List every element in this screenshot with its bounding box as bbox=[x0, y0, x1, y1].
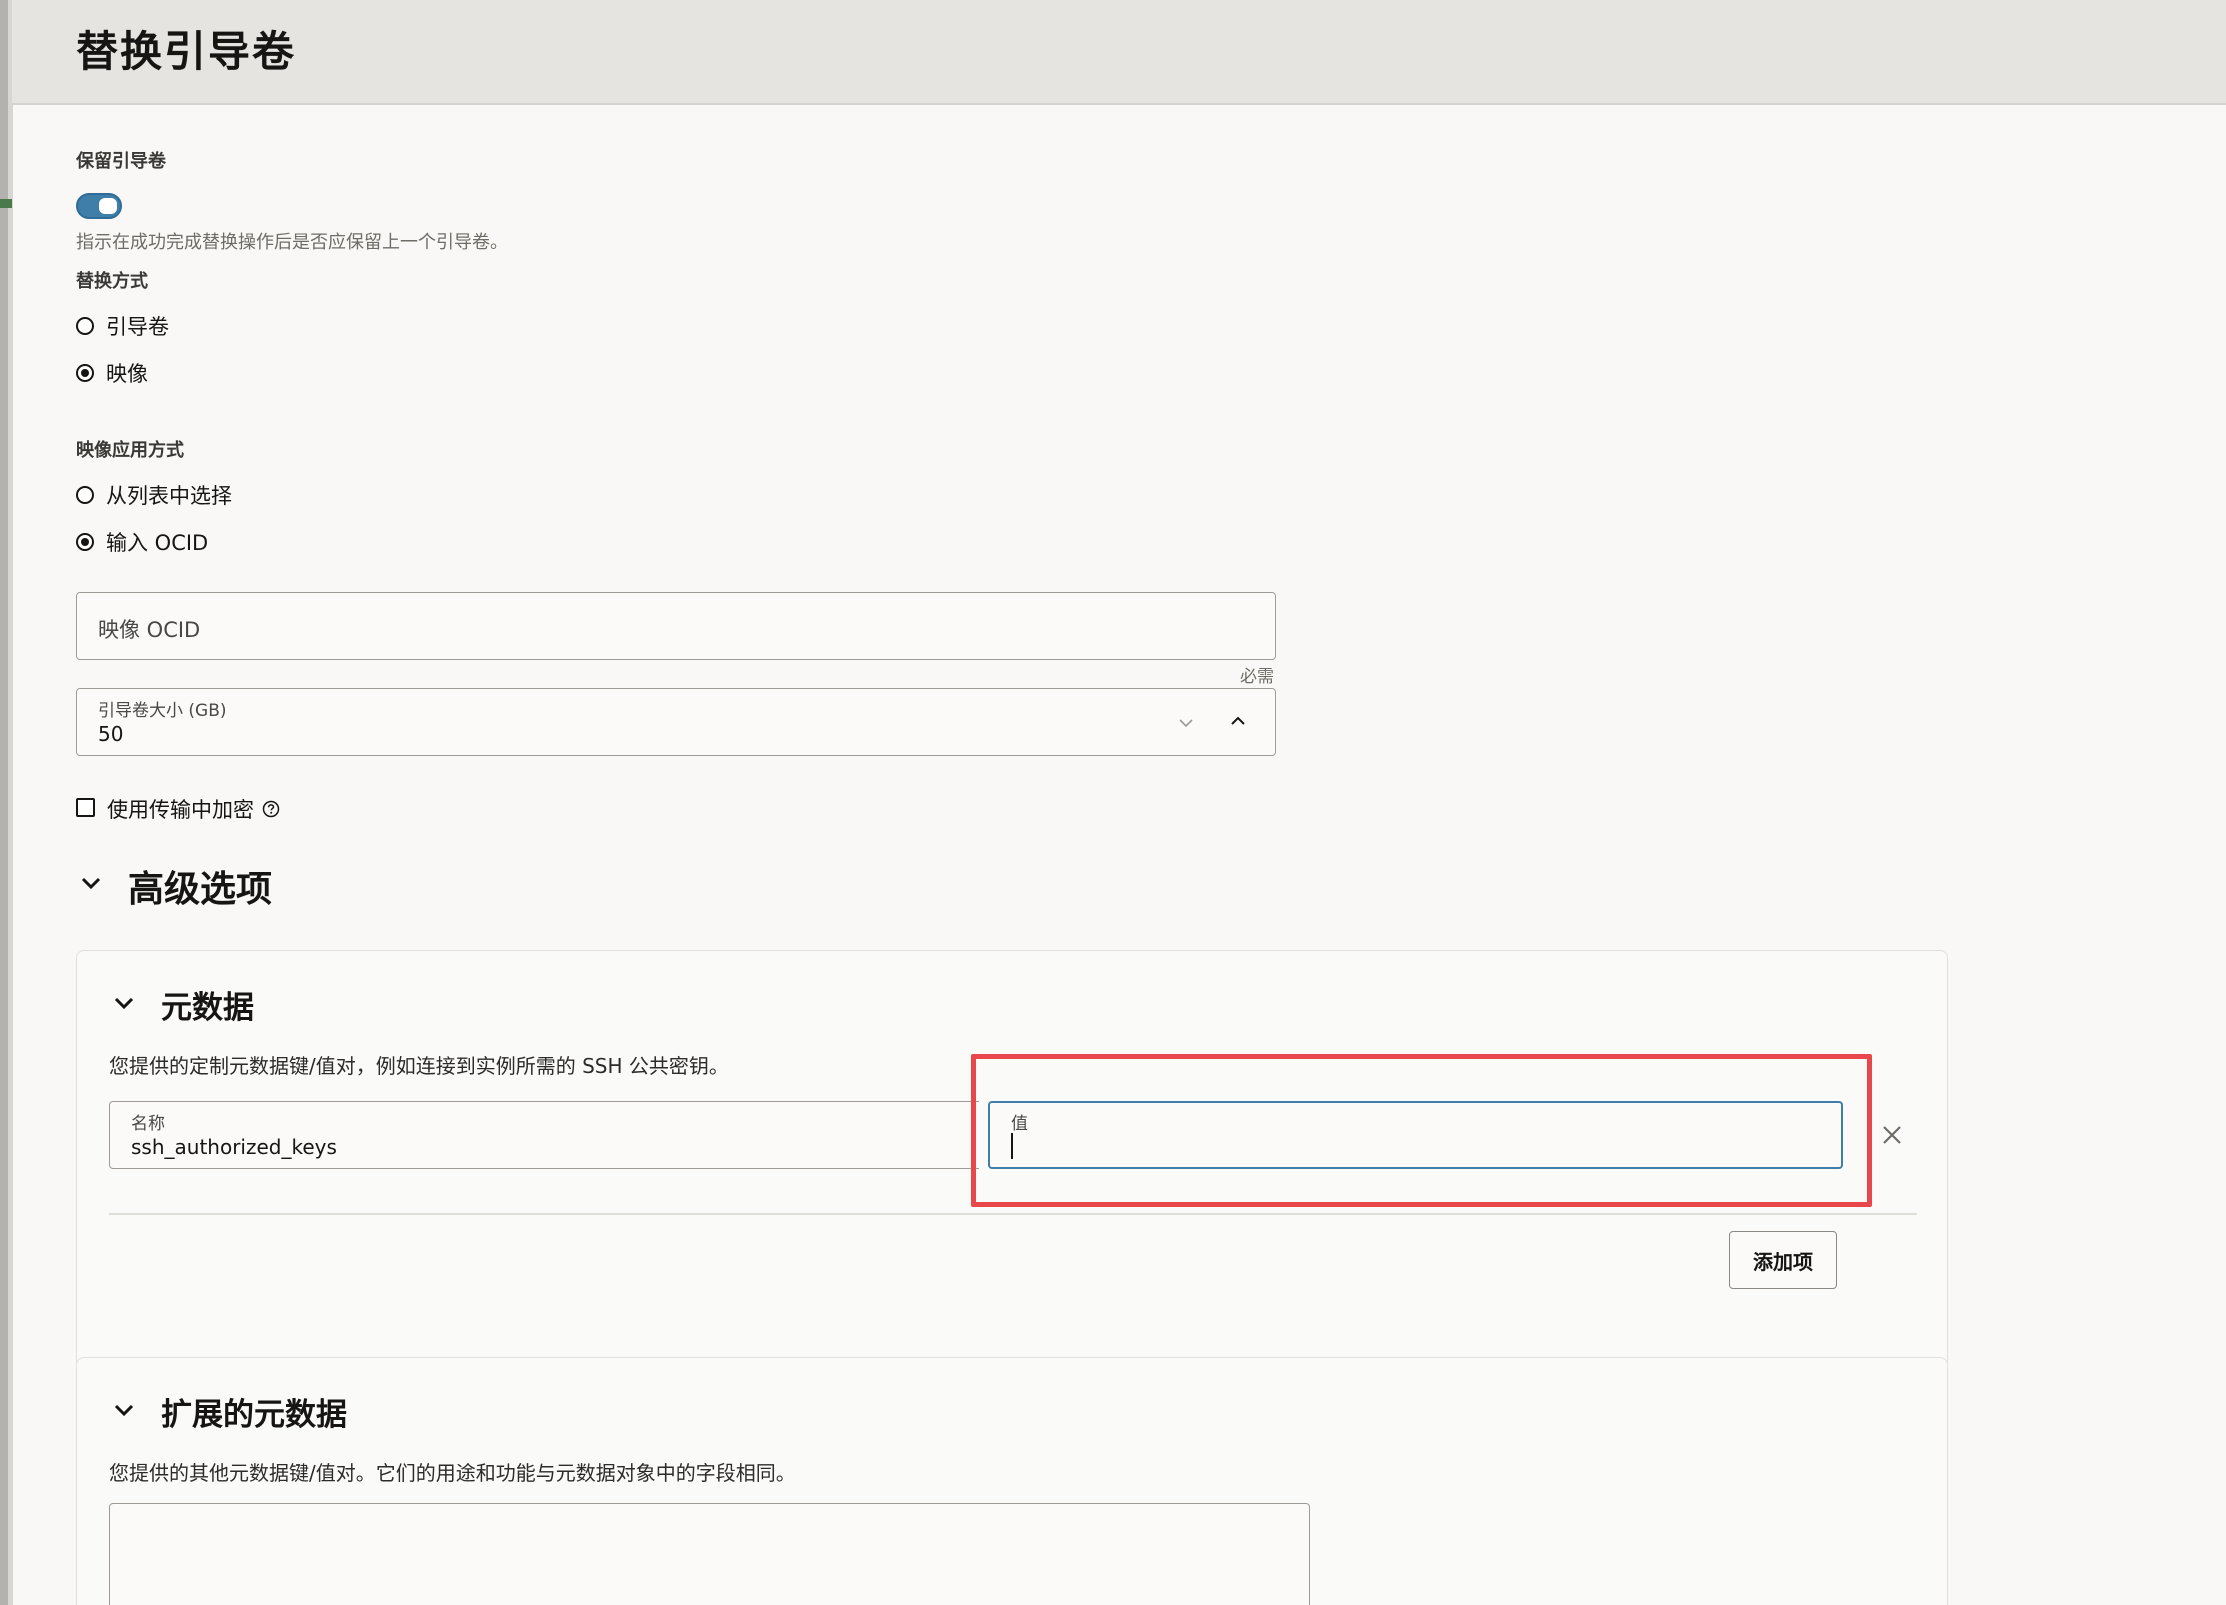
radio-circle[interactable] bbox=[76, 486, 94, 504]
radio-boot-volume-label: 引导卷 bbox=[106, 315, 169, 339]
preserve-boot-volume-toggle[interactable] bbox=[76, 193, 122, 219]
radio-image[interactable]: 映像 bbox=[76, 358, 148, 388]
radio-circle-checked[interactable] bbox=[76, 533, 94, 551]
advanced-options-heading[interactable]: 高级选项 bbox=[128, 860, 272, 912]
extended-metadata-collapse-chevron-icon[interactable] bbox=[113, 1402, 135, 1418]
metadata-divider bbox=[109, 1213, 1917, 1215]
metadata-collapse-chevron-icon[interactable] bbox=[113, 995, 135, 1011]
metadata-panel: 元数据 您提供的定制元数据键/值对，例如连接到实例所需的 SSH 公共密钥。 名… bbox=[76, 950, 1948, 1420]
preserve-boot-volume-help: 指示在成功完成替换操作后是否应保留上一个引导卷。 bbox=[76, 232, 508, 253]
background-edge-marker bbox=[0, 199, 12, 208]
toggle-knob bbox=[99, 198, 117, 214]
metadata-name-input[interactable]: 名称 ssh_authorized_keys bbox=[109, 1101, 979, 1169]
highlight-annotation-box bbox=[971, 1054, 1872, 1207]
panel-header: 替换引导卷 bbox=[12, 0, 2226, 105]
preserve-boot-volume-label: 保留引导卷 bbox=[76, 151, 166, 172]
metadata-heading[interactable]: 元数据 bbox=[161, 982, 254, 1027]
in-transit-encryption-row: 使用传输中加密 bbox=[107, 794, 280, 824]
required-indicator: 必需 bbox=[1240, 667, 1274, 687]
boot-volume-size-input[interactable]: 引导卷大小 (GB) 50 bbox=[76, 688, 1276, 756]
radio-circle-checked[interactable] bbox=[76, 364, 94, 382]
extended-metadata-panel: 扩展的元数据 您提供的其他元数据键/值对。它们的用途和功能与元数据对象中的字段相… bbox=[76, 1357, 1948, 1605]
extended-metadata-textarea[interactable] bbox=[109, 1503, 1310, 1605]
radio-select-from-list[interactable]: 从列表中选择 bbox=[76, 480, 232, 510]
extended-metadata-description: 您提供的其他元数据键/值对。它们的用途和功能与元数据对象中的字段相同。 bbox=[109, 1461, 796, 1485]
boot-volume-size-value: 50 bbox=[98, 722, 124, 746]
page-title: 替换引导卷 bbox=[76, 27, 297, 76]
metadata-name-label: 名称 bbox=[131, 1114, 165, 1134]
radio-enter-ocid-label: 输入 OCID bbox=[106, 531, 209, 555]
panel-content: 保留引导卷 指示在成功完成替换操作后是否应保留上一个引导卷。 替换方式 引导卷 … bbox=[12, 105, 2226, 1605]
radio-enter-ocid[interactable]: 输入 OCID bbox=[76, 527, 208, 557]
replace-boot-volume-page: 替换引导卷 保留引导卷 指示在成功完成替换操作后是否应保留上一个引导卷。 替换方… bbox=[0, 0, 2226, 1605]
in-transit-encryption-label: 使用传输中加密 bbox=[107, 798, 254, 822]
radio-image-label: 映像 bbox=[106, 362, 148, 386]
metadata-description: 您提供的定制元数据键/值对，例如连接到实例所需的 SSH 公共密钥。 bbox=[109, 1054, 729, 1078]
remove-row-close-icon[interactable] bbox=[1881, 1124, 1903, 1146]
image-ocid-placeholder: 映像 OCID bbox=[98, 618, 201, 642]
add-item-button[interactable]: 添加项 bbox=[1729, 1231, 1837, 1289]
replace-by-label: 替换方式 bbox=[76, 271, 148, 292]
metadata-name-value: ssh_authorized_keys bbox=[131, 1135, 337, 1159]
extended-metadata-heading[interactable]: 扩展的元数据 bbox=[161, 1389, 347, 1434]
image-source-label: 映像应用方式 bbox=[76, 440, 184, 461]
in-transit-encryption-checkbox[interactable] bbox=[76, 798, 95, 817]
boot-volume-size-label: 引导卷大小 (GB) bbox=[98, 701, 227, 721]
image-ocid-input[interactable]: 映像 OCID bbox=[76, 592, 1276, 660]
background-page-edge bbox=[0, 0, 13, 1605]
advanced-collapse-chevron-icon[interactable] bbox=[80, 875, 102, 891]
radio-circle[interactable] bbox=[76, 317, 94, 335]
radio-boot-volume[interactable]: 引导卷 bbox=[76, 311, 169, 341]
decrement-chevron-down-icon[interactable] bbox=[1179, 716, 1193, 730]
radio-select-from-list-label: 从列表中选择 bbox=[106, 484, 232, 508]
increment-chevron-up-icon[interactable] bbox=[1231, 714, 1245, 728]
help-question-icon[interactable] bbox=[262, 800, 280, 818]
